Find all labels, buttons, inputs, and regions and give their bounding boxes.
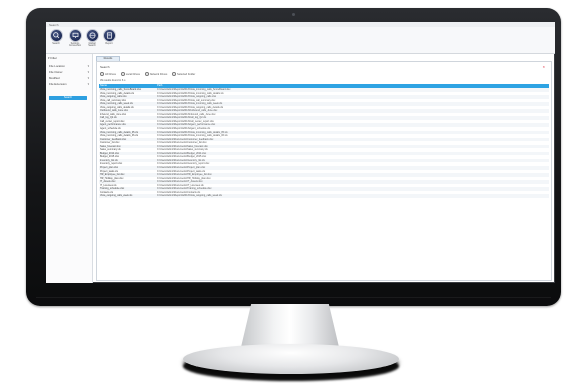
chevron-down-icon: ▾ bbox=[87, 82, 89, 86]
drive-filter-radios: All Drives Local Drives Network Drives S… bbox=[100, 72, 199, 76]
radio-icon bbox=[172, 72, 177, 76]
filter-row-modified[interactable]: Modified ▾ bbox=[49, 76, 89, 80]
radio-network-drives[interactable]: Network Drives bbox=[144, 72, 168, 76]
ribbon-button-label: Search bbox=[52, 41, 60, 45]
connection-icon bbox=[69, 30, 81, 41]
settings-connection-ribbon-button[interactable]: Settings Connection bbox=[68, 30, 82, 48]
ribbon-button-label: Settings Connection bbox=[68, 41, 82, 48]
monitor-stand-base bbox=[183, 344, 399, 374]
ribbon-toolbar: Search Settings Connection Global Search bbox=[46, 27, 555, 54]
filter-row-label: File Extension bbox=[49, 82, 67, 86]
report-icon bbox=[103, 30, 115, 41]
file-path-cell: C:\Users\Admin\Reports\2014\Vista_outgoi… bbox=[157, 194, 222, 198]
ribbon-button-label: Report bbox=[105, 41, 113, 45]
result-count: 39 results found in 6 s bbox=[100, 79, 126, 82]
table-body: Vista_incoming_calls_ScoreBoard.xlsx C:\U… bbox=[99, 88, 549, 198]
radio-local-drives[interactable]: Local Drives bbox=[120, 72, 140, 76]
filter-row-label: File Location bbox=[49, 64, 65, 68]
radio-icon bbox=[120, 72, 125, 76]
filter-heading: ▾ Filter bbox=[48, 56, 58, 60]
radio-label: Network Drives bbox=[149, 72, 168, 76]
search-label: Search bbox=[100, 65, 110, 69]
filter-row-owner[interactable]: File Owner ▾ bbox=[49, 70, 89, 74]
search-ribbon-button[interactable]: Search bbox=[49, 30, 63, 45]
monitor-screen: Search Search Settings Connection Global… bbox=[46, 22, 555, 283]
close-icon[interactable]: ✕ bbox=[542, 65, 545, 69]
global-search-ribbon-button[interactable]: Global Search bbox=[85, 30, 99, 48]
webcam bbox=[292, 13, 295, 16]
file-name-cell: Vista_outgoing_calls_week.xls bbox=[100, 194, 133, 198]
search-icon bbox=[50, 30, 62, 41]
search-button[interactable]: Search bbox=[49, 96, 87, 100]
filter-sidebar: ▾ Filter File Location ▾ File Owner ▾ Modi… bbox=[46, 54, 93, 283]
ribbon-button-label: Global Search bbox=[88, 41, 96, 48]
radio-icon bbox=[100, 72, 104, 76]
results-area: Results Search ✕ All Drives Local Drives… bbox=[94, 54, 552, 283]
filter-row-location[interactable]: File Location ▾ bbox=[49, 64, 89, 68]
window-title: Search bbox=[49, 22, 59, 27]
results-table: Name Path Vista_incoming_calls_ScoreBoar… bbox=[99, 84, 549, 198]
globe-icon bbox=[86, 30, 98, 41]
radio-all-drives[interactable]: All Drives bbox=[100, 72, 116, 76]
chevron-down-icon: ▾ bbox=[87, 64, 89, 68]
filter-row-label: File Owner bbox=[49, 70, 63, 74]
filter-row-label: Modified bbox=[49, 76, 60, 80]
radio-selected-folder[interactable]: Selected Folder bbox=[172, 72, 196, 76]
radio-label: All Drives bbox=[105, 72, 116, 76]
radio-label: Selected Folder bbox=[177, 72, 196, 76]
radio-icon bbox=[144, 72, 149, 76]
monitor-bezel: Search Search Settings Connection Global… bbox=[26, 8, 561, 306]
filter-row-extension[interactable]: File Extension ▾ bbox=[49, 82, 89, 86]
radio-label: Local Drives bbox=[125, 72, 140, 76]
chevron-down-icon: ▾ bbox=[87, 70, 89, 74]
app-window: Search Search Settings Connection Global… bbox=[46, 22, 555, 283]
chevron-down-icon: ▾ bbox=[87, 76, 89, 80]
report-ribbon-button[interactable]: Report bbox=[102, 30, 116, 45]
table-row[interactable]: Vista_outgoing_calls_week.xls C:\Users\Ad… bbox=[99, 194, 549, 198]
results-panel: Search ✕ All Drives Local Drives Network… bbox=[96, 61, 552, 281]
